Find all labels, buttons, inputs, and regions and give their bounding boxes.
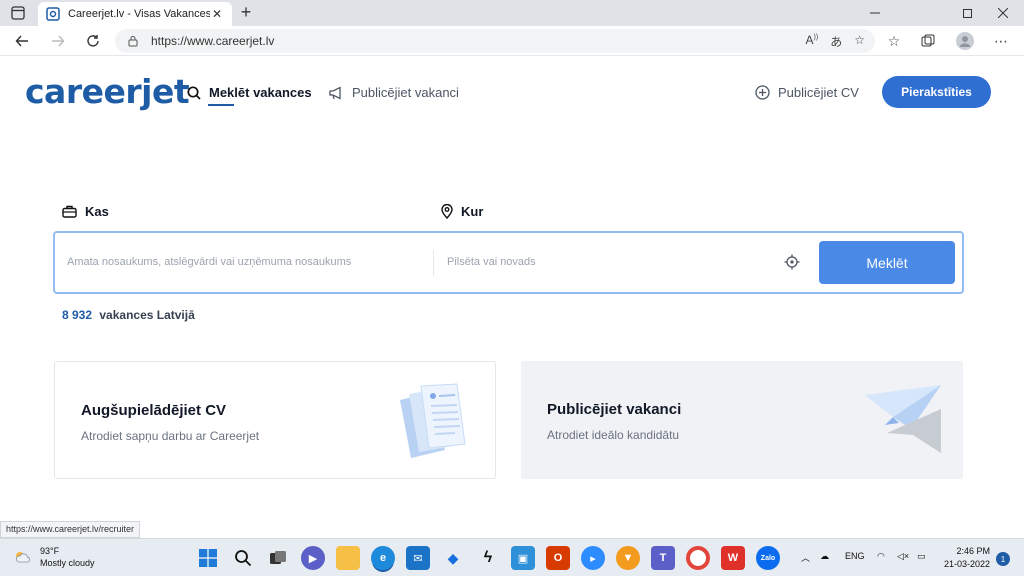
location-pin-icon <box>441 204 453 219</box>
search-icon <box>187 85 201 100</box>
nav-post-job[interactable]: Publicējiet vakanci <box>329 85 459 100</box>
taskbar: 93°F Mostly cloudy ▶ e ✉ ◆ ϟ ▣ O ▸ ▼ T W… <box>0 538 1024 576</box>
task-view-icon[interactable] <box>266 546 290 570</box>
nav-search-jobs-label: Meklēt vakances <box>209 85 312 100</box>
tab-close-icon[interactable]: ✕ <box>210 7 224 21</box>
what-label: Kas <box>62 204 109 219</box>
what-input[interactable]: Amata nosaukums, atslēgvārdi vai uzņēmum… <box>67 256 351 268</box>
more-menu-icon[interactable]: ⋯ <box>991 31 1011 51</box>
site-header: careerjet Meklēt vakances Publicējiet va… <box>0 57 1024 127</box>
search-box: Amata nosaukums, atslēgvārdi vai uzņēmum… <box>53 231 964 294</box>
plus-circle-icon <box>755 85 770 100</box>
dropbox-icon[interactable]: ◆ <box>441 546 465 570</box>
careerjet-logo[interactable]: careerjet <box>25 72 190 111</box>
address-bar[interactable]: https://www.careerjet.lv A)) あ ☆ <box>115 29 875 53</box>
megaphone-icon <box>329 85 344 100</box>
nav-search-jobs[interactable]: Meklēt vakances <box>187 85 312 100</box>
photos-icon[interactable]: ▣ <box>511 546 535 570</box>
favorite-add-icon[interactable]: ☆ <box>854 33 865 50</box>
upload-cv-subtitle: Atrodiet sapņu darbu ar Careerjet <box>81 429 260 443</box>
teams-icon[interactable]: T <box>651 546 675 570</box>
job-count: 8 932 vakances Latvijā <box>62 308 195 322</box>
what-label-text: Kas <box>85 204 109 219</box>
new-tab-button[interactable]: + <box>236 3 256 23</box>
collections-icon[interactable] <box>918 31 938 51</box>
notification-badge[interactable]: 1 <box>996 552 1010 566</box>
wps-icon[interactable]: W <box>721 546 745 570</box>
taskbar-search-icon[interactable] <box>231 546 255 570</box>
edge-icon[interactable]: e <box>371 546 395 570</box>
vpn-icon[interactable]: ▼ <box>616 546 640 570</box>
weather-widget[interactable]: 93°F Mostly cloudy <box>14 545 95 569</box>
refresh-icon[interactable] <box>82 30 104 52</box>
zalo-icon[interactable]: Zalo <box>756 546 780 570</box>
nav-post-cv[interactable]: Publicējiet CV <box>755 85 859 100</box>
battery-icon[interactable]: ▭ <box>917 551 926 562</box>
link-status-url: https://www.careerjet.lv/recruiter <box>0 521 141 538</box>
cloud-icon <box>16 552 30 563</box>
onedrive-icon[interactable]: ☁ <box>820 551 829 562</box>
browser-tab-bar: Careerjet.lv - Visas Vakances Latvijā ✕ … <box>0 0 1024 26</box>
where-input[interactable]: Pilsēta vai novads <box>447 256 536 268</box>
paper-plane-illustration-icon <box>865 385 941 453</box>
wifi-icon[interactable]: ◠ <box>877 551 885 562</box>
window-close-icon[interactable] <box>980 0 1024 26</box>
search-divider <box>433 250 434 276</box>
favorites-icon[interactable]: ☆ <box>884 31 904 51</box>
browser-tab[interactable]: Careerjet.lv - Visas Vakances Latvijā ✕ <box>38 2 232 26</box>
profile-avatar-icon[interactable] <box>955 31 975 51</box>
read-aloud-icon[interactable]: A)) <box>806 33 819 50</box>
browser-toolbar: https://www.careerjet.lv A)) あ ☆ ☆ ⋯ <box>0 26 1024 56</box>
careerjet-favicon-icon <box>46 7 60 21</box>
post-job-title: Publicējiet vakanci <box>547 401 682 418</box>
office-icon[interactable]: O <box>546 546 570 570</box>
tab-actions-icon[interactable] <box>10 5 26 21</box>
nav-post-job-label: Publicējiet vakanci <box>352 85 459 100</box>
documents-illustration-icon <box>400 383 466 458</box>
upload-cv-title: Augšupielādējiet CV <box>81 402 227 419</box>
briefcase-icon <box>62 205 77 218</box>
active-nav-underline <box>208 104 234 106</box>
clock-date: 21-03-2022 <box>943 559 990 569</box>
job-count-text: vakances Latvijā <box>99 308 195 322</box>
volume-icon[interactable]: ◁× <box>897 551 909 562</box>
chat-icon[interactable]: ▶ <box>301 546 325 570</box>
weather-desc: Mostly cloudy <box>40 558 95 568</box>
forward-icon[interactable] <box>47 30 69 52</box>
search-button[interactable]: Meklēt <box>819 241 955 284</box>
start-icon[interactable] <box>196 546 220 570</box>
minimize-icon[interactable] <box>852 0 898 26</box>
where-label-text: Kur <box>461 204 484 219</box>
clock-time: 2:46 PM <box>956 546 990 556</box>
translate-icon[interactable]: あ <box>830 33 842 50</box>
lock-icon <box>128 36 138 47</box>
job-count-number: 8 932 <box>62 308 93 322</box>
language-indicator[interactable]: ENG <box>845 551 865 561</box>
mail-icon[interactable]: ✉ <box>406 546 430 570</box>
locate-me-icon[interactable] <box>784 254 800 270</box>
weather-temp: 93°F <box>40 546 60 556</box>
zoom-icon[interactable]: ▸ <box>581 546 605 570</box>
nav-post-cv-label: Publicējiet CV <box>778 85 859 100</box>
post-job-subtitle: Atrodiet ideālo kandidātu <box>547 428 680 442</box>
tab-title: Careerjet.lv - Visas Vakances Latvijā <box>68 8 210 20</box>
where-label: Kur <box>441 204 483 219</box>
back-icon[interactable] <box>11 30 33 52</box>
tray-overflow-icon[interactable]: ︿ <box>801 551 810 564</box>
post-job-card[interactable]: Publicējiet vakanci Atrodiet ideālo kand… <box>521 361 963 479</box>
chrome-icon[interactable] <box>686 546 710 570</box>
upload-cv-card[interactable]: Augšupielādējiet CV Atrodiet sapņu darbu… <box>54 361 496 479</box>
clock[interactable]: 2:46 PM 21-03-2022 <box>942 545 990 571</box>
signup-button[interactable]: Pierakstīties <box>882 76 991 108</box>
address-url: https://www.careerjet.lv <box>151 34 275 48</box>
file-explorer-icon[interactable] <box>336 546 360 570</box>
terminal-icon[interactable]: ϟ <box>476 546 500 570</box>
